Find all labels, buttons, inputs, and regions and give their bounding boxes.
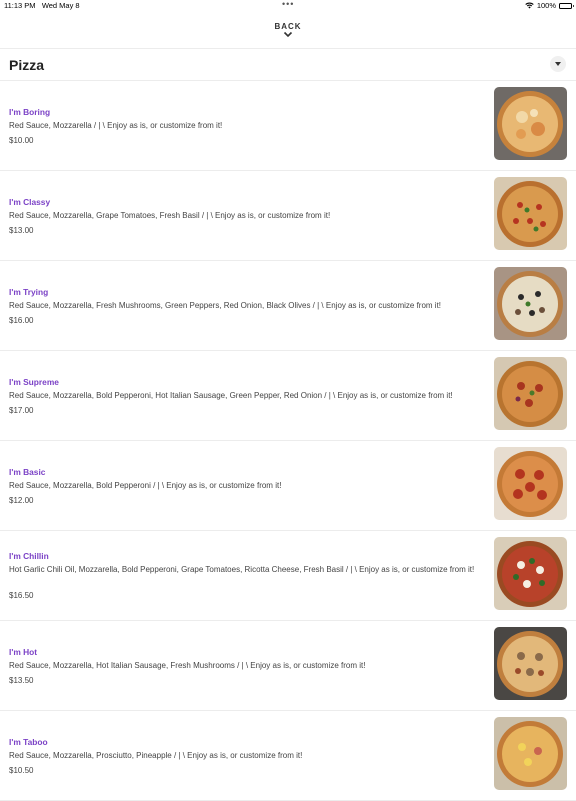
category-dropdown-button[interactable]: [550, 56, 566, 72]
item-photo: [494, 87, 567, 160]
item-photo: [494, 537, 567, 610]
caret-down-icon: [555, 62, 561, 66]
back-bar: BACK: [0, 14, 576, 49]
menu-item[interactable]: I'm Hot Red Sauce, Mozzarella, Hot Itali…: [0, 621, 576, 711]
battery-percent: 100%: [536, 1, 556, 10]
item-name: I'm Boring: [9, 107, 51, 117]
item-photo: [494, 267, 567, 340]
item-photo: [494, 357, 567, 430]
item-description: Red Sauce, Mozzarella, Prosciutto, Pinea…: [9, 751, 303, 760]
item-price: $10.00: [9, 136, 34, 145]
item-description: Red Sauce, Mozzarella, Grape Tomatoes, F…: [9, 211, 331, 220]
multitasking-dots-icon[interactable]: •••: [282, 0, 294, 9]
back-label: BACK: [274, 22, 302, 31]
item-name: I'm Basic: [9, 467, 46, 477]
item-description: Red Sauce, Mozzarella, Fresh Mushrooms, …: [9, 301, 442, 310]
item-photo: [494, 447, 567, 520]
item-price: $17.00: [9, 406, 34, 415]
item-price: $13.50: [9, 676, 34, 685]
status-right: 100%: [525, 1, 574, 10]
menu-item[interactable]: I'm Supreme Red Sauce, Mozzarella, Bold …: [0, 351, 576, 441]
chevron-down-icon: [283, 31, 293, 38]
item-photo: [494, 177, 567, 250]
item-description: Red Sauce, Mozzarella / | \ Enjoy as is,…: [9, 121, 223, 130]
item-price: $16.00: [9, 316, 34, 325]
section-header: Pizza: [0, 49, 576, 81]
status-date: Wed May 8: [41, 1, 80, 10]
status-time: 11:13 PM Wed May 8: [4, 1, 80, 10]
battery-icon: [559, 2, 574, 9]
item-price: $12.00: [9, 496, 34, 505]
menu-item[interactable]: I'm Basic Red Sauce, Mozzarella, Bold Pe…: [0, 441, 576, 531]
back-button[interactable]: BACK: [263, 22, 313, 46]
menu-item[interactable]: I'm Trying Red Sauce, Mozzarella, Fresh …: [0, 261, 576, 351]
menu-item[interactable]: I'm Boring Red Sauce, Mozzarella / | \ E…: [0, 81, 576, 171]
item-name: I'm Hot: [9, 647, 38, 657]
item-price: $13.00: [9, 226, 34, 235]
item-photo: [494, 627, 567, 700]
item-name: I'm Classy: [9, 197, 51, 207]
item-photo: [494, 717, 567, 790]
menu-item[interactable]: I'm Taboo Red Sauce, Mozzarella, Prosciu…: [0, 711, 576, 801]
status-bar: 11:13 PM Wed May 8 ••• 100%: [0, 0, 576, 12]
item-name: I'm Chillin: [9, 551, 49, 561]
item-description: Red Sauce, Mozzarella, Bold Pepperoni, H…: [9, 391, 453, 400]
item-description: Red Sauce, Mozzarella, Hot Italian Sausa…: [9, 661, 366, 670]
page-title: Pizza: [9, 57, 45, 73]
item-name: I'm Taboo: [9, 737, 48, 747]
item-description: Red Sauce, Mozzarella, Bold Pepperoni / …: [9, 481, 282, 490]
menu-item[interactable]: I'm Classy Red Sauce, Mozzarella, Grape …: [0, 171, 576, 261]
item-name: I'm Trying: [9, 287, 49, 297]
item-name: I'm Supreme: [9, 377, 59, 387]
item-price: $10.50: [9, 766, 34, 775]
item-price: $16.50: [9, 591, 34, 600]
menu-item[interactable]: I'm Chillin Hot Garlic Chili Oil, Mozzar…: [0, 531, 576, 621]
item-description: Hot Garlic Chili Oil, Mozzarella, Bold P…: [9, 565, 475, 574]
wifi-icon: [525, 2, 534, 9]
